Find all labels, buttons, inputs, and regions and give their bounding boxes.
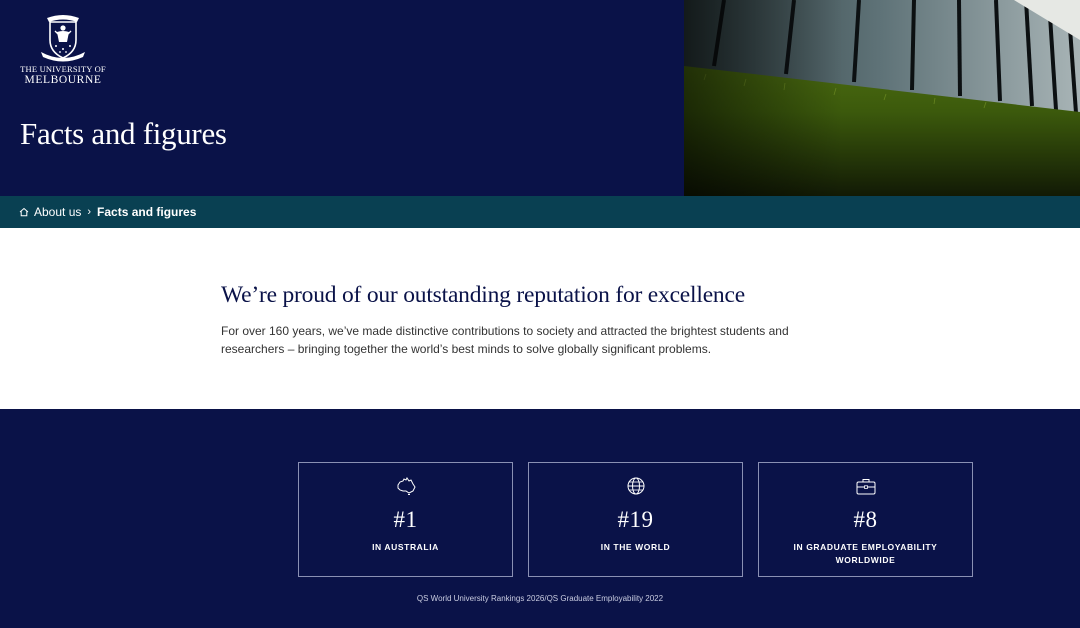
ranking-card-employability: #8 IN GRADUATE EMPLOYABILITY WORLDWIDE [758, 462, 973, 577]
ranking-value: #19 [617, 507, 654, 532]
ranking-label: IN AUSTRALIA [372, 542, 439, 552]
ranking-label: IN THE WORLD [600, 542, 671, 552]
logo-text-line1: THE UNIVERSITY OF [20, 64, 106, 74]
ranking-label: IN GRADUATE EMPLOYABILITY WORLDWIDE [793, 542, 938, 565]
page-title: Facts and figures [20, 116, 227, 151]
breadcrumb: About us › Facts and figures [0, 196, 1080, 228]
breadcrumb-separator: › [87, 206, 92, 218]
hero-banner: THE UNIVERSITY OF MELBOURNE Facts and fi… [0, 0, 1080, 196]
ranking-value: #1 [393, 507, 418, 532]
breadcrumb-current: Facts and figures [97, 205, 197, 219]
briefcase-icon [759, 476, 972, 496]
intro-heading: We’re proud of our outstanding reputatio… [221, 282, 745, 308]
intro-body: For over 160 years, we’ve made distincti… [221, 324, 789, 356]
rankings-source-note: QS World University Rankings 2026/QS Gra… [416, 594, 664, 603]
breadcrumb-link-about-us[interactable]: About us [34, 205, 81, 219]
university-logo[interactable]: THE UNIVERSITY OF MELBOURNE [20, 10, 106, 86]
hero-image [684, 0, 1080, 196]
ranking-card-world: #19 IN THE WORLD [528, 462, 743, 577]
home-icon[interactable] [19, 207, 29, 217]
ranking-card-australia: #1 IN AUSTRALIA [298, 462, 513, 577]
intro-section: We’re proud of our outstanding reputatio… [0, 228, 1080, 409]
globe-icon [529, 476, 742, 496]
australia-map-icon [299, 476, 512, 496]
logo-text-line2: MELBOURNE [24, 74, 102, 86]
ranking-value: #8 [853, 507, 878, 532]
crest-icon [41, 15, 85, 62]
rankings-section: #1 IN AUSTRALIA #19 IN THE WORLD #8 IN G… [0, 409, 1080, 628]
